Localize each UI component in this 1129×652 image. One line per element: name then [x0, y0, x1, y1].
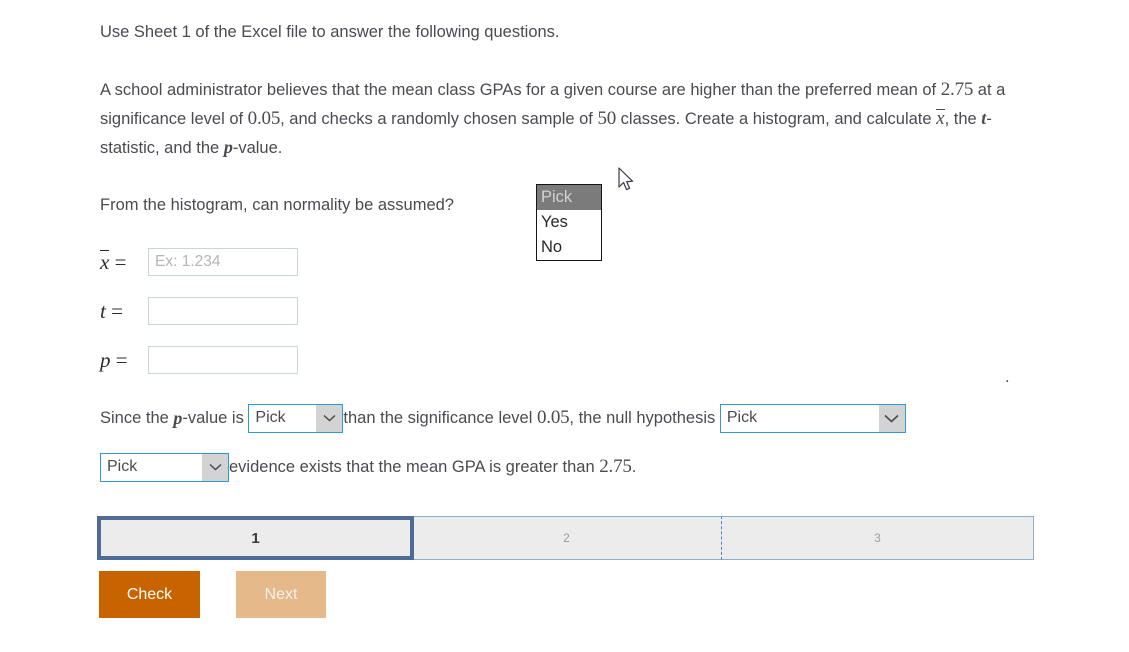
xbar-symbol-inline: x — [936, 108, 945, 129]
action-buttons: Check Next — [99, 571, 326, 618]
instruction-line: Use Sheet 1 of the Excel file to answer … — [100, 23, 560, 41]
exercise-content: Use Sheet 1 of the Excel file to answer … — [100, 0, 1100, 482]
gpa-threshold-value: 2.75 — [599, 456, 632, 477]
evidence-select[interactable]: Pick — [100, 452, 229, 482]
xbar-equation-label: x = — [100, 249, 127, 274]
p-value-input[interactable] — [148, 346, 298, 374]
significance-level-value: 0.05 — [247, 108, 281, 129]
problem-text-4: classes. Create a histogram, and calcula… — [616, 110, 937, 128]
normality-option-pick[interactable]: Pick — [537, 185, 601, 210]
conclusion-text-4: , the null hypothesis — [569, 408, 720, 427]
conclusion-row-1: Since the p -value is Pick than the signi… — [100, 403, 1100, 433]
problem-text-1: A school administrator believes that the… — [100, 81, 941, 99]
normality-option-yes[interactable]: Yes — [537, 210, 601, 235]
next-button[interactable]: Next — [236, 571, 326, 618]
step-tab-1-label: 1 — [251, 529, 260, 547]
step-tab-2[interactable]: 2 — [410, 516, 722, 560]
normality-question-row: From the histogram, can normality be ass… — [100, 184, 1100, 261]
step-progress-bar: 1 2 3 — [97, 516, 1034, 560]
chevron-down-icon — [316, 404, 343, 432]
problem-text-3: , and checks a randomly chosen sample of — [280, 110, 598, 128]
step-tab-2-label: 2 — [563, 531, 570, 545]
t-equation-label: t = — [100, 298, 123, 323]
step-tab-1[interactable]: 1 — [97, 516, 414, 560]
problem-text-7: -value. — [232, 139, 283, 157]
check-button[interactable]: Check — [99, 571, 200, 618]
alpha-value-conclusion: 0.05 — [536, 407, 570, 428]
p-answer-row: p = — [100, 345, 1100, 375]
problem-text-5: , the — [944, 110, 982, 128]
conclusion-text-5: evidence exists that the mean GPA is gre… — [229, 457, 600, 476]
trailing-period: . — [1005, 368, 1010, 386]
normality-dropdown-open[interactable]: Pick Yes No — [536, 184, 602, 261]
xbar-input[interactable] — [148, 248, 298, 276]
conclusion-text-3: than the significance level — [343, 408, 537, 427]
p-symbol-inline: p — [223, 137, 233, 157]
conclusion-text-6: . — [631, 457, 637, 476]
evidence-select-value: Pick — [107, 457, 138, 475]
conclusion-text-2: -value is — [182, 408, 249, 427]
t-statistic-input[interactable] — [148, 297, 298, 325]
normality-question-label: From the histogram, can normality be ass… — [100, 196, 454, 214]
normality-option-no[interactable]: No — [537, 235, 601, 260]
problem-statement: A school administrator believes that the… — [100, 76, 1030, 162]
t-answer-row: t = — [100, 296, 1100, 326]
preferred-mean-value: 2.75 — [940, 79, 974, 100]
sample-size-value: 50 — [597, 108, 617, 129]
p-symbol-conclusion: p — [173, 407, 183, 428]
conclusion-row-2: Pick evidence exists that the mean GPA i… — [100, 452, 1100, 482]
step-tab-3-label: 3 — [874, 531, 881, 545]
comparison-select[interactable]: Pick — [248, 403, 344, 433]
null-hypothesis-select-value: Pick — [726, 408, 758, 426]
step-tab-3[interactable]: 3 — [721, 516, 1034, 560]
chevron-down-icon — [878, 404, 905, 432]
conclusion-text-1: Since the — [100, 408, 174, 427]
comparison-select-value: Pick — [255, 408, 286, 426]
chevron-down-icon — [202, 453, 228, 481]
null-hypothesis-select[interactable]: Pick — [719, 403, 906, 433]
p-equation-label: p = — [100, 347, 128, 372]
